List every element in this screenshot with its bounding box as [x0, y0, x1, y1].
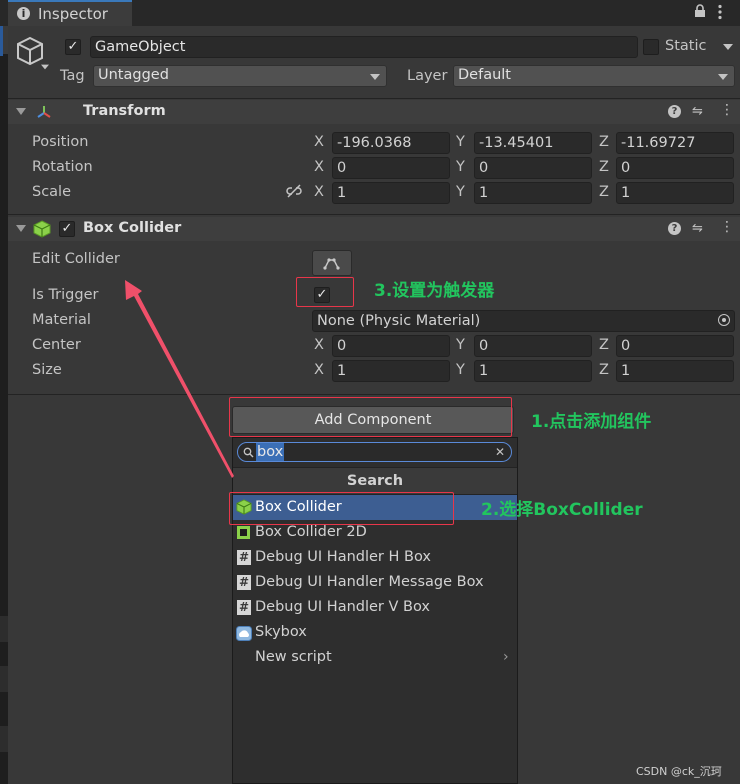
watermark: CSDN @ck_沉珂	[636, 765, 722, 778]
annotation-arrow	[125, 280, 234, 478]
